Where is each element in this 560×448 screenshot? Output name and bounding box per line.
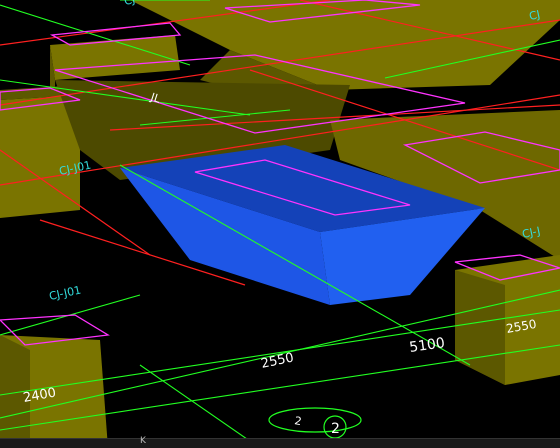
dimension-5100: 5100 (408, 335, 446, 356)
axis-bubble-prefix: 2 (293, 414, 302, 428)
axis-bubble[interactable] (268, 407, 362, 439)
axis-bubble-label: 2 (331, 421, 340, 437)
cj-label-top: CJ (123, 0, 136, 8)
cad-viewport[interactable]: CJ CJ JL CJ-J01 CJ-J01 CJ-J 2400 2550 51… (0, 0, 560, 448)
footing-right-lower[interactable] (455, 255, 560, 385)
status-hint: K (140, 436, 146, 446)
status-bar (0, 438, 560, 448)
cj-j01-left-label: CJ-J01 (48, 283, 82, 302)
dimension-2550: 2550 (260, 350, 295, 372)
3d-model-scene[interactable]: CJ CJ JL CJ-J01 CJ-J01 CJ-J 2400 2550 51… (0, 0, 560, 448)
